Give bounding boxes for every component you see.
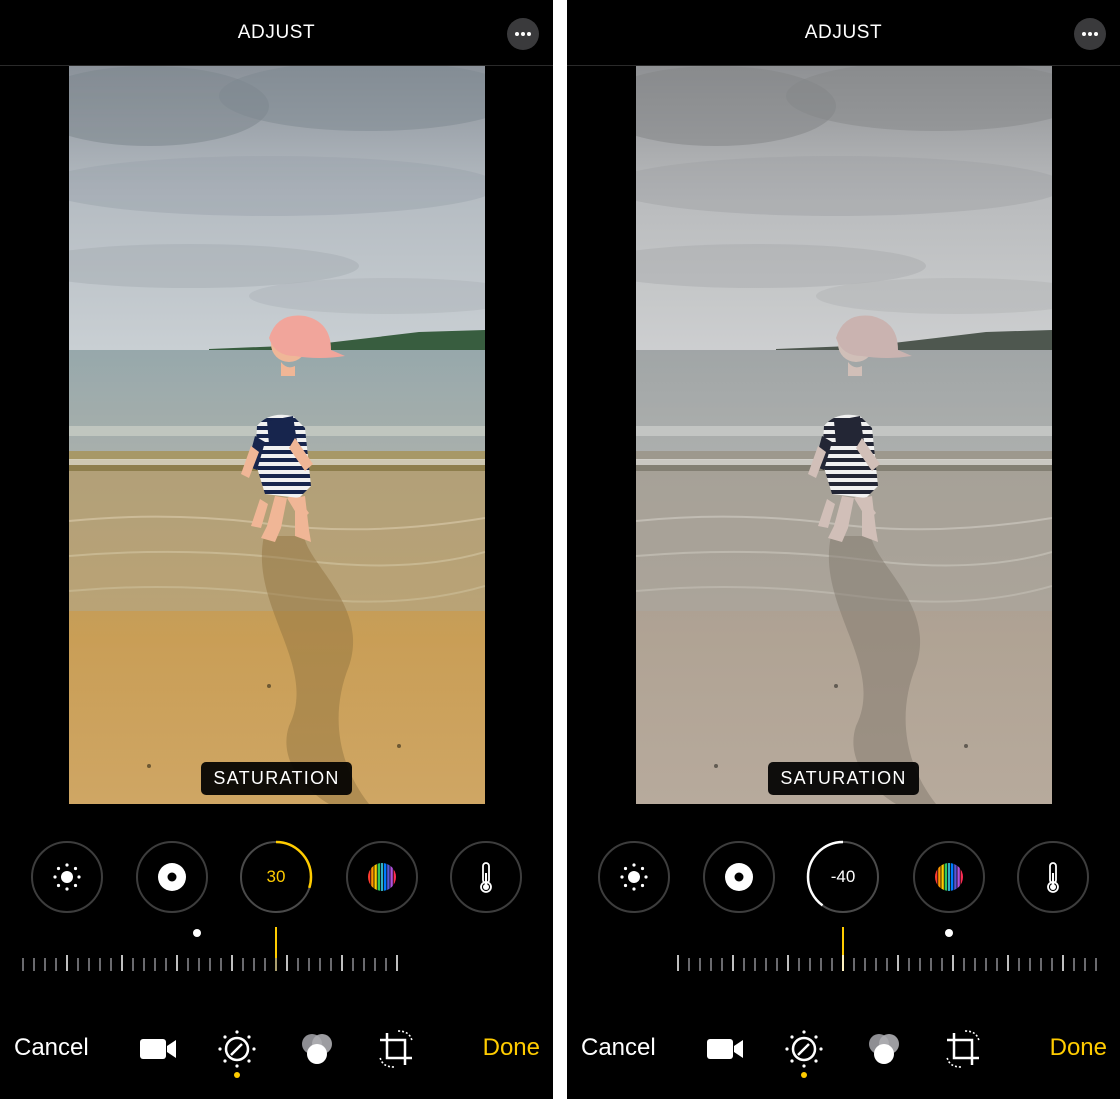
value-slider[interactable] [0,955,553,975]
saturation-value: -40 [830,867,856,886]
thermometer-icon [1047,862,1059,893]
video-icon [140,1039,176,1059]
vibrance-tool-button[interactable] [913,841,985,913]
adjust-dial-icon [785,1030,823,1068]
contrast-icon [158,863,186,891]
vibrance-tool-button[interactable] [346,841,418,913]
slider-origin-dot [945,929,953,937]
filters-icon [302,1034,332,1064]
tab-adjust[interactable] [215,1027,259,1078]
header-title: ADJUST [237,22,316,43]
more-options-button[interactable] [1074,18,1106,50]
crop-rotate-icon [379,1030,413,1068]
contrast-icon [725,863,753,891]
tab-filters[interactable] [295,1027,339,1071]
saturation-value: 30 [266,867,286,886]
exposure-tool-button[interactable] [31,841,103,913]
filters-icon [869,1034,899,1064]
adjust-dial-icon [218,1030,256,1068]
editor-screen-saturation-minus-40: ADJUST SATURATION -40 Cancel Done [567,0,1120,1099]
header-title: ADJUST [804,22,883,43]
saturation-dial[interactable]: -40 [806,840,880,914]
sun-icon [620,863,648,891]
tab-video[interactable] [703,1027,747,1071]
tab-filters[interactable] [862,1027,906,1071]
photo-preview [636,66,1052,804]
warmth-tool-button[interactable] [450,841,522,913]
adjustment-name-label: SATURATION [768,762,919,795]
warmth-tool-button[interactable] [1017,841,1089,913]
tab-video[interactable] [136,1027,180,1071]
more-options-button[interactable] [507,18,539,50]
cancel-button[interactable]: Cancel [14,1034,89,1062]
sun-icon [53,863,81,891]
tab-adjust[interactable] [782,1027,826,1078]
editor-screen-saturation-30: ADJUST SATURATION 30 Cancel Done [0,0,553,1099]
spectrum-icon [935,863,963,891]
slider-origin-dot [193,929,201,937]
adjustment-name-label: SATURATION [201,762,352,795]
photo-preview [69,66,485,804]
thermometer-icon [480,862,492,893]
cancel-button[interactable]: Cancel [581,1034,656,1062]
value-slider[interactable] [567,955,1120,975]
video-icon [707,1039,743,1059]
ellipsis-icon [1082,32,1098,36]
active-tab-dot [234,1072,240,1078]
saturation-dial[interactable]: 30 [239,840,313,914]
ellipsis-icon [515,32,531,36]
exposure-tool-button[interactable] [598,841,670,913]
tab-crop[interactable] [941,1027,985,1071]
crop-rotate-icon [946,1030,980,1068]
contrast-tool-button[interactable] [136,841,208,913]
done-button[interactable]: Done [1050,1034,1107,1062]
done-button[interactable]: Done [483,1034,540,1062]
tab-crop[interactable] [374,1027,418,1071]
active-tab-dot [801,1072,807,1078]
contrast-tool-button[interactable] [703,841,775,913]
spectrum-icon [368,863,396,891]
